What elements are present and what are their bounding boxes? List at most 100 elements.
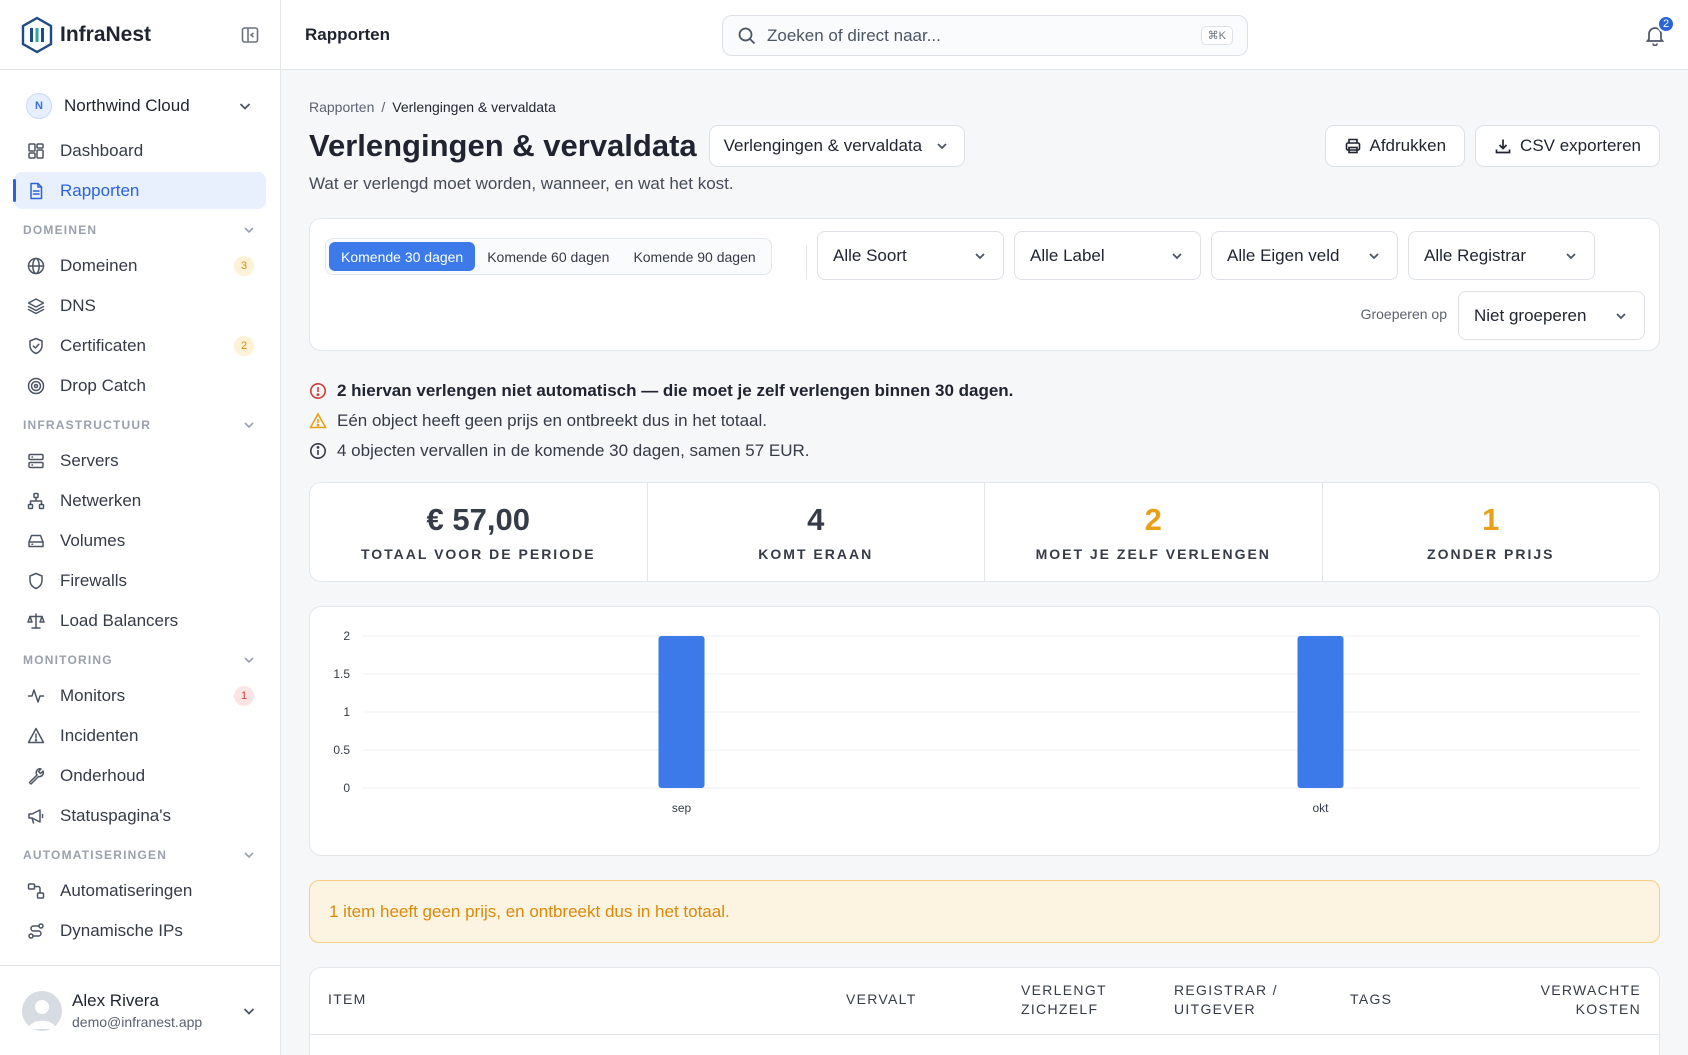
report-icon <box>30 182 43 199</box>
y-tick-label: 0.5 <box>333 743 350 757</box>
nav-section-title: DOMEINEN <box>23 223 98 237</box>
nav-section-monitoring[interactable]: MONITORING <box>14 647 266 673</box>
sidebar-item-label: Dashboard <box>60 140 144 160</box>
sidebar-item-label: Statuspagina's <box>60 805 171 825</box>
workflow-icon <box>27 882 45 899</box>
table-header-divider <box>310 1034 1659 1035</box>
sidebar-item-label: Rapporten <box>60 180 140 200</box>
range-option-60[interactable]: Komende 60 dagen <box>475 242 621 271</box>
renewals-bar-chart: 0 0.5 1 1.5 2 sep okt <box>333 629 1640 815</box>
column-header-auto-renew[interactable]: VERLENGT ZICHZELF <box>1021 981 1107 1019</box>
main-content: Rapporten / Verlengingen & vervaldata Ve… <box>309 70 1660 1055</box>
user-email: demo@infranest.app <box>72 1014 203 1030</box>
sidebar-item-rapporten[interactable]: Rapporten <box>13 172 266 209</box>
page-title: Verlengingen & vervaldata <box>309 128 697 163</box>
chevron-down-icon <box>937 143 947 150</box>
range-option-90[interactable]: Komende 90 dagen <box>621 242 767 271</box>
nav-section-title: AUTOMATISERINGEN <box>23 848 168 862</box>
chevron-down-icon <box>1566 252 1576 259</box>
sidebar-item-drop-catch[interactable]: Drop Catch <box>14 367 266 404</box>
user-menu[interactable]: Alex Rivera demo@infranest.app <box>0 965 280 1055</box>
search-input[interactable]: Zoeken of direct naar... ⌘K <box>722 15 1248 56</box>
chevron-down-icon <box>1369 252 1379 259</box>
stat-no-price-value: 1 <box>1482 502 1500 537</box>
shield-check-icon <box>29 337 43 354</box>
warning-triangle-icon <box>309 412 327 429</box>
org-switcher[interactable]: N Northwind Cloud <box>14 86 266 126</box>
stat-total-value: € 57,00 <box>426 502 530 537</box>
nav-section-domeinen[interactable]: DOMEINEN <box>14 217 266 243</box>
x-tick-label: sep <box>672 801 692 815</box>
sidebar-item-servers[interactable]: Servers <box>14 442 266 479</box>
registrar-filter-select[interactable]: Alle Registrar <box>1408 231 1595 280</box>
stat-total: € 57,00 TOTAAL VOOR DE PERIODE <box>310 483 648 581</box>
sidebar-item-monitors[interactable]: Monitors 1 <box>14 677 266 714</box>
dashboard-icon <box>28 142 44 159</box>
custom-field-filter-select[interactable]: Alle Eigen veld <box>1211 231 1398 280</box>
sidebar-item-label: Onderhoud <box>60 765 146 785</box>
stat-manual-renewal-value: 2 <box>1144 502 1162 537</box>
notice-list: 2 hiervan verlengen niet automatisch — d… <box>309 376 1660 466</box>
route-icon <box>28 922 44 939</box>
breadcrumb-link-rapporten[interactable]: Rapporten <box>309 99 374 115</box>
sidebar-item-label: Automatiseringen <box>60 880 193 900</box>
sidebar-item-onderhoud[interactable]: Onderhoud <box>14 757 266 794</box>
notifications-button[interactable]: 2 <box>1644 15 1675 46</box>
filter-panel: Komende 30 dagen Komende 60 dagen Komend… <box>309 218 1660 351</box>
sidebar-item-label: Incidenten <box>60 725 139 745</box>
column-header-expires[interactable]: VERVALT <box>846 990 917 1009</box>
column-header-expected-cost[interactable]: VERWACHTE KOSTEN <box>1541 981 1641 1019</box>
group-by-select[interactable]: Niet groeperen <box>1458 291 1645 340</box>
download-icon <box>1495 139 1511 154</box>
type-filter-select[interactable]: Alle Soort <box>817 231 1004 280</box>
y-tick-label: 1 <box>343 705 350 719</box>
sidebar-item-dns[interactable]: DNS <box>14 287 266 324</box>
chart-bar-okt[interactable] <box>1297 636 1344 788</box>
range-option-30[interactable]: Komende 30 dagen <box>329 242 476 271</box>
sidebar-item-firewalls[interactable]: Firewalls <box>14 562 266 599</box>
label-filter-select[interactable]: Alle Label <box>1014 231 1201 280</box>
chevron-down-icon <box>244 422 254 429</box>
sidebar-item-incidenten[interactable]: Incidenten <box>14 717 266 754</box>
sidebar-item-automatiseringen[interactable]: Automatiseringen <box>14 872 266 909</box>
sidebar-collapse-icon[interactable] <box>240 25 260 45</box>
column-header-registrar[interactable]: REGISTRAR / UITGEVER <box>1174 981 1278 1019</box>
stat-upcoming-value: 4 <box>807 502 825 537</box>
print-button[interactable]: Afdrukken <box>1324 125 1466 167</box>
topbar: Rapporten Zoeken of direct naar... ⌘K 2 <box>281 0 1688 70</box>
csv-export-button[interactable]: CSV exporteren <box>1475 125 1660 167</box>
sidebar-item-label: DNS <box>60 295 96 315</box>
sidebar-item-statuspagina-s[interactable]: Statuspagina's <box>14 797 266 834</box>
chevron-down-icon <box>1172 252 1182 259</box>
nav-section-automatiseringen[interactable]: AUTOMATISERINGEN <box>14 842 266 868</box>
search-icon <box>738 27 756 44</box>
column-header-item[interactable]: ITEM <box>328 990 367 1009</box>
label-filter-value: Alle Label <box>1030 245 1105 265</box>
user-name: Alex Rivera <box>72 991 159 1010</box>
sidebar-item-dashboard[interactable]: Dashboard <box>14 132 266 169</box>
sidebar-item-domeinen[interactable]: Domeinen 3 <box>14 247 266 284</box>
sidebar-item-netwerken[interactable]: Netwerken <box>14 482 266 519</box>
breadcrumb-current: Verlengingen & vervaldata <box>392 99 556 115</box>
nav-section-infrastructuur[interactable]: INFRASTRUCTUUR <box>14 412 266 438</box>
report-select[interactable]: Verlengingen & vervaldata <box>708 125 966 167</box>
column-header-tags[interactable]: TAGS <box>1350 990 1392 1009</box>
stats-row: € 57,00 TOTAAL VOOR DE PERIODE 4 KOMT ER… <box>309 482 1660 582</box>
topbar-title: Rapporten <box>305 24 390 44</box>
sidebar-item-volumes[interactable]: Volumes <box>14 522 266 559</box>
breadcrumb: Rapporten / Verlengingen & vervaldata <box>309 99 1660 115</box>
sidebar-item-dynamische-ips[interactable]: Dynamische IPs <box>14 912 266 949</box>
sidebar-item-label: Load Balancers <box>60 610 179 630</box>
count-badge: 3 <box>234 255 254 276</box>
sidebar-item-load-balancers[interactable]: Load Balancers <box>14 602 266 639</box>
custom-field-filter-value: Alle Eigen veld <box>1227 245 1340 265</box>
org-name: Northwind Cloud <box>64 96 190 115</box>
chevron-down-icon <box>244 657 254 664</box>
chevron-down-icon <box>975 252 985 259</box>
stat-no-price: 1 ZONDER PRIJS <box>1323 483 1660 581</box>
sidebar-item-certificaten[interactable]: Certificaten 2 <box>14 327 266 364</box>
chart-bar-sep[interactable] <box>658 636 705 788</box>
drive-icon <box>28 534 44 547</box>
page-subtitle: Wat er verlengd moet worden, wanneer, en… <box>309 174 734 193</box>
avatar <box>22 990 62 1031</box>
